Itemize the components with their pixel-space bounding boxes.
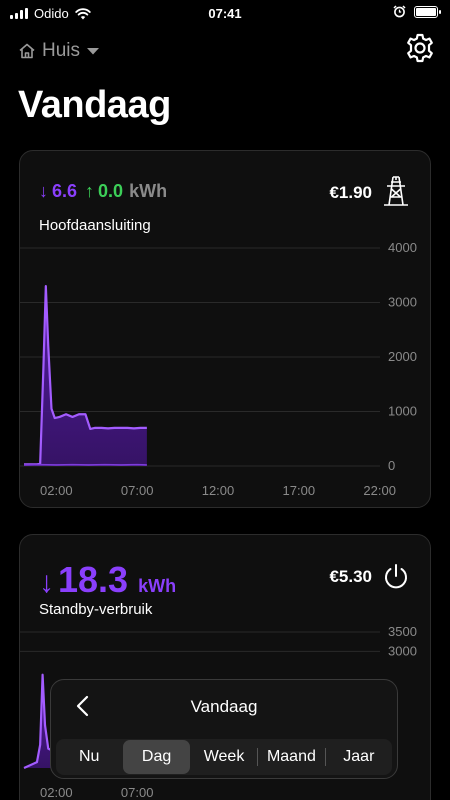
- main-chart-x-tick-label: 17:00: [283, 483, 316, 498]
- main-chart-y-tick-label: 2000: [388, 349, 417, 364]
- period-option-jaar[interactable]: Jaar: [326, 740, 392, 774]
- period-option-maand[interactable]: Maand: [258, 740, 324, 774]
- export-value: 0.0: [98, 181, 124, 201]
- period-option-dag[interactable]: Dag: [123, 740, 190, 774]
- house-icon: [19, 43, 35, 59]
- energy-summary: ↓ 6.6 ↑ 0.0 kWh: [39, 181, 167, 202]
- standby-chart-y-tick-label: 3000: [388, 643, 417, 658]
- period-picker: Vandaag Nu Dag Week Maand Jaar: [50, 679, 398, 779]
- main-chart-x-tick-label: 22:00: [363, 483, 396, 498]
- period-option-week[interactable]: Week: [191, 740, 257, 774]
- standby-chart-x-tick-label: 07:00: [121, 785, 154, 800]
- battery-icon: [414, 5, 441, 18]
- main-chart-y-tick-label: 4000: [388, 240, 417, 255]
- home-selector[interactable]: Huis: [18, 40, 100, 62]
- cost-value: €5.30: [329, 567, 372, 586]
- period-segmented-control: Nu Dag Week Maand Jaar: [56, 739, 392, 775]
- main-chart-x-tick-label: 12:00: [202, 483, 235, 498]
- main-connection-card[interactable]: 0 1000 2000 3000 4000 02:00 07:00 12:00 17:00 22:…: [19, 150, 431, 508]
- standby-chart-y-tick-label: 3500: [388, 624, 417, 639]
- alarm-icon: [393, 5, 406, 18]
- status-bar: Odido 07:41: [0, 0, 450, 26]
- main-connection-chart: 0 1000 2000 3000 4000 02:00 07:00 12:00 17:00 22:…: [20, 240, 417, 498]
- import-value: 6.6: [52, 181, 78, 201]
- import-arrow-icon: ↓: [39, 566, 54, 599]
- import-arrow-icon: ↓: [39, 181, 48, 201]
- unit-label: kWh: [129, 181, 168, 201]
- standby-summary: ↓ 18.3 kWh: [39, 559, 176, 601]
- picker-title: Vandaag: [190, 697, 258, 716]
- card-subtitle: Standby-verbruik: [39, 601, 153, 618]
- export-arrow-icon: ↑: [85, 181, 95, 201]
- main-chart-y-tick-label: 1000: [388, 404, 417, 419]
- main-chart-y-tick-label: 0: [388, 458, 395, 473]
- unit-label: kWh: [138, 576, 177, 596]
- standby-chart-x-tick-label: 02:00: [40, 785, 73, 800]
- main-chart-x-tick-label: 02:00: [40, 483, 73, 498]
- cost-value: €1.90: [329, 183, 372, 202]
- page-title: Vandaag: [18, 84, 171, 126]
- main-chart-x-tick-label: 07:00: [121, 483, 154, 498]
- main-chart-y-tick-label: 3000: [388, 295, 417, 310]
- home-selector-label: Huis: [42, 40, 81, 61]
- status-right: [393, 5, 441, 18]
- settings-gear-icon[interactable]: [404, 32, 436, 64]
- status-time: 07:41: [208, 6, 242, 21]
- power-pylon-icon: [384, 176, 408, 206]
- period-option-nu[interactable]: Nu: [56, 740, 122, 774]
- chevron-down-icon: [87, 48, 100, 55]
- card-subtitle: Hoofdaansluiting: [39, 217, 151, 234]
- power-icon: [385, 564, 407, 589]
- standby-value: 18.3: [58, 559, 129, 600]
